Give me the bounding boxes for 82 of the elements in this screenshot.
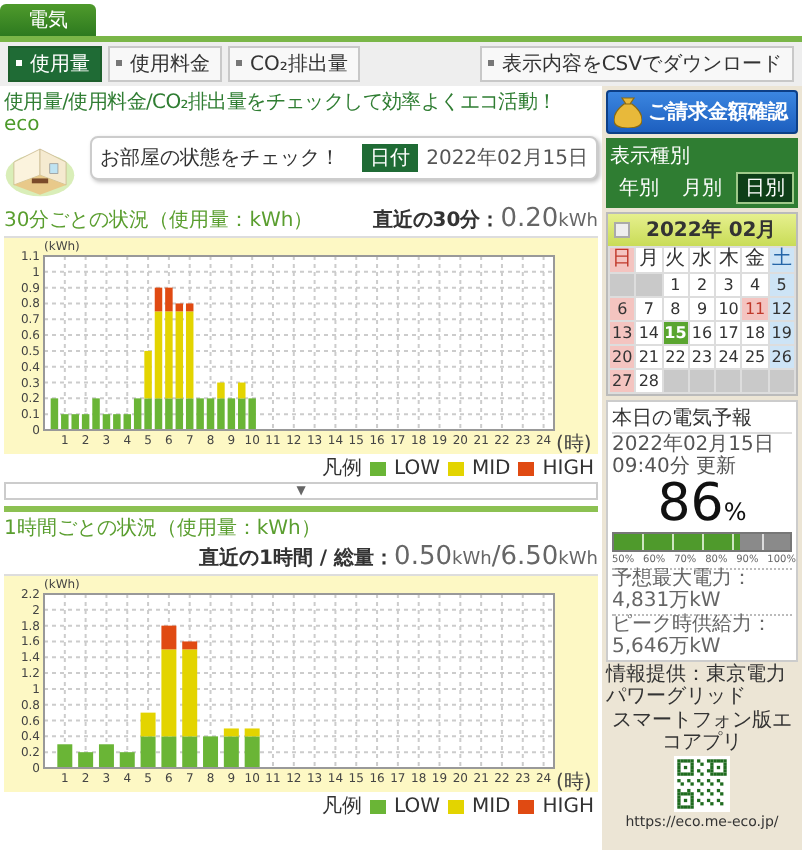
headline: 使用量/使用料金/CO₂排出量をチェックして効率よくエコ活動！ [4,89,559,116]
calendar-day[interactable]: 24 [716,346,741,368]
weekday-header: 日 [610,248,635,272]
chart-title: 30分ごとの状況（使用量：kWh） [4,207,314,234]
view-tab[interactable]: CO₂排出量 [228,46,360,82]
calendar-day[interactable]: 18 [742,322,768,344]
banner-title: お部屋の状態をチェック！ [100,145,340,171]
forecast-updated: 2022年02月15日 09:40分 更新 [612,436,776,478]
calendar-day[interactable]: 13 [610,322,635,344]
calendar-day[interactable]: 7 [636,298,662,320]
weekday-header: 木 [716,248,741,272]
calendar-day[interactable]: 27 [610,370,635,392]
weekday-header: 土 [769,248,794,272]
view-type-label: 表示種別 [610,143,692,170]
legend-text: LOW [393,795,440,817]
forecast-title: 本日の電気予報 [612,404,792,434]
csv-download-button[interactable]: 表示内容をCSVでダウンロード [479,46,794,82]
weekday-header: 金 [742,248,768,272]
calendar-day[interactable]: 23 [689,346,715,368]
calendar-day[interactable]: 20 [610,346,635,368]
calendar-day[interactable]: 9 [689,298,715,320]
calendar-day[interactable]: 19 [769,322,794,344]
logo-text: eco [4,116,42,136]
percent-unit: % [723,498,747,526]
calendar-day[interactable]: 2 [689,274,715,296]
reading-label: 直近の30分： [372,207,501,234]
calendar-day[interactable]: 10 [716,298,741,320]
calendar-prev-button[interactable] [614,222,630,238]
weekday-header: 水 [689,248,715,272]
reading-unit: kWh [452,550,492,570]
calendar-day[interactable]: 14 [636,322,662,344]
money-bag-icon [614,96,642,128]
period-tab[interactable]: 年別 [610,172,669,204]
qr-code-drawing [674,756,730,812]
reading-value: 0.50 [394,542,452,572]
reading-separator: / [491,542,501,572]
calendar-day[interactable]: 12 [769,298,794,320]
reading-unit: kWh [558,550,598,570]
calendar-day[interactable]: 11 [742,298,768,320]
axis-unit-label: (時) [556,434,592,454]
reading-unit: kWh [558,212,598,232]
category-tab[interactable]: 電気 [0,4,96,36]
calendar-day[interactable]: 26 [769,346,794,368]
period-tab[interactable]: 日別 [735,172,794,204]
view-tab[interactable]: 使用料金 [108,46,222,82]
legend-label: 凡例 [321,456,362,482]
calendar-day[interactable]: 21 [636,346,662,368]
legend-text: MID [471,795,511,817]
date-text: 2022年02月15日 [426,145,588,171]
weekday-header: 火 [663,248,688,272]
period-tab[interactable]: 月別 [672,172,732,204]
view-tab[interactable]: 使用量 [8,46,102,82]
calendar-day[interactable]: 16 [689,322,715,344]
axis-unit-label: (時) [556,772,592,792]
app-label: スマートフォン版エコアプリ [610,712,794,754]
calendar-day[interactable]: 3 [716,274,741,296]
calendar-day[interactable]: 5 [769,274,794,296]
legend-label: 凡例 [321,794,362,820]
usage-percent: 86 [657,480,724,530]
forecast-line: 予想最大電力：4,831万kW [612,568,792,612]
calendar-day[interactable]: 4 [742,274,768,296]
reading-label: 直近の1時間 / 総量： [198,545,395,572]
forecast-line: ピーク時供給力：5,646万kW [612,614,792,658]
date-badge: 日付 [362,143,419,171]
legend-text: LOW [393,457,440,479]
calendar-day[interactable]: 25 [742,346,768,368]
reading-value: 6.50 [500,542,559,572]
calendar-day[interactable]: 22 [663,346,688,368]
chart-title: 1時間ごとの状況（使用量：kWh） [4,515,321,542]
source-text: 情報提供：東京電力パワーグリッド [606,666,788,708]
calendar-title: 2022年 02月 [646,217,777,244]
calendar-day[interactable]: 17 [716,322,741,344]
calendar-day[interactable]: 8 [663,298,688,320]
calendar-day[interactable]: 6 [610,298,635,320]
reading-value: 0.20 [500,204,559,234]
calendar-day[interactable]: 1 [663,274,688,296]
legend-text: HIGH [542,795,594,817]
legend-text: HIGH [542,457,594,479]
billing-button[interactable]: ご請求金額確認 [606,90,798,134]
calendar-day[interactable]: 28 [636,370,662,392]
weekday-header: 月 [636,248,662,272]
legend-text: MID [471,457,511,479]
